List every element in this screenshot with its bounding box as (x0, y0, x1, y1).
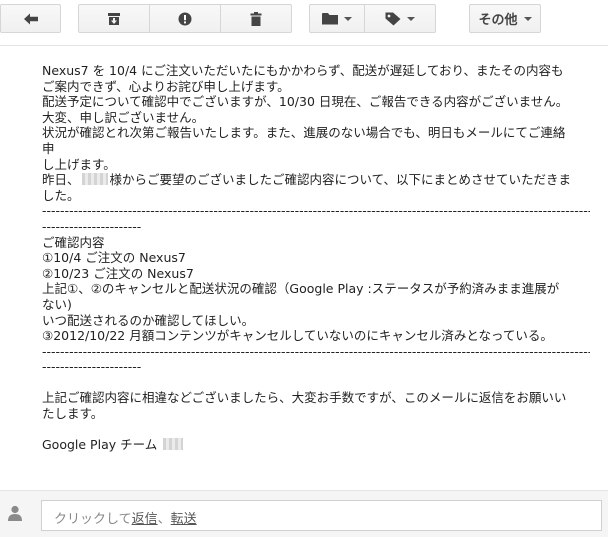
signature: Google Play チーム (42, 437, 590, 453)
chevron-down-icon (407, 16, 415, 21)
reply-area: クリックして返信、転送 (0, 491, 608, 537)
details-item: いつ配送されるのか確認してほしい。 (42, 312, 255, 328)
chevron-down-icon (523, 16, 532, 21)
request-line-prefix: 昨日、 (42, 172, 80, 188)
separator-line: ----------------------------------------… (42, 343, 590, 359)
message-body: Nexus7 を 10/4 にご注文いただいたにもかかわらず、配送が遅延しており… (42, 63, 590, 453)
reply-prompt: クリックして (54, 512, 132, 527)
more-button-label: その他 (478, 13, 518, 28)
move-to-button[interactable] (309, 4, 365, 33)
separator-line: ----------------------------------------… (42, 203, 590, 219)
report-spam-button[interactable] (149, 4, 221, 33)
forward-link[interactable]: 転送 (171, 512, 197, 527)
reply-input[interactable]: クリックして返信、転送 (41, 500, 602, 531)
report-spam-icon (178, 12, 192, 25)
message-line: 申 (42, 140, 55, 156)
reply-separator: 、 (157, 512, 171, 527)
redacted-signature (163, 438, 184, 451)
details-item: ①10/4 ご注文の Nexus7 (42, 250, 186, 266)
message-line: し上げます。 (42, 156, 116, 172)
details-item: ③2012/10/22 月額コンテンツがキャンセルしていないのにキャンセル済みと… (42, 328, 553, 344)
back-arrow-icon (23, 13, 38, 24)
more-button[interactable]: その他 (469, 4, 541, 33)
toolbar: その他 (0, 0, 608, 46)
request-line-suffix: 様からご要望のございましたご確認内容について、以下にまとめさせていただきま (109, 172, 572, 188)
closing-line: 上記ご確認内容に相違などございましたら、大変お手数ですが、このメールに返信をお願… (42, 390, 567, 406)
separator-line: ---------------------- (42, 359, 142, 375)
signature-text: Google Play チーム (42, 437, 158, 453)
archive-button[interactable] (78, 4, 150, 33)
message-line: 配送予定について確認中でございますが、10/30 日現在、ご報告できる内容がござ… (42, 94, 569, 110)
person-icon (8, 505, 22, 521)
closing-line: たします。 (42, 406, 104, 422)
toolbar-divider (0, 45, 608, 46)
redacted-name (81, 173, 108, 186)
details-item: ②10/23 ご注文の Nexus7 (42, 265, 194, 281)
delete-button[interactable] (220, 4, 292, 33)
request-line: 昨日、 様からご要望のございましたご確認内容について、以下にまとめさせていただきま (42, 172, 590, 188)
message-line: Nexus7 を 10/4 にご注文いただいたにもかかわらず、配送が遅延しており… (42, 63, 564, 78)
archive-icon (108, 12, 120, 25)
label-tag-icon (385, 12, 401, 25)
details-heading: ご確認内容 (42, 234, 105, 250)
separator-line: ---------------------- (42, 218, 142, 234)
details-item: 上記①、②のキャンセルと配送状況の確認（Google Play :ステータスが予… (42, 281, 560, 297)
folder-icon (322, 13, 338, 25)
back-button[interactable] (0, 4, 61, 33)
labels-button[interactable] (364, 4, 436, 33)
request-line-end: した。 (42, 187, 80, 203)
details-item: ない) (42, 296, 72, 312)
message-line: ご案内できず、心よりお詫び申し上げます。 (42, 78, 290, 94)
message-line: 大変、申し訳ございません。 (42, 109, 205, 125)
chevron-down-icon (344, 16, 352, 21)
trash-icon (250, 11, 262, 26)
reply-link[interactable]: 返信 (132, 512, 158, 527)
message-line: 状況が確認とれ次第ご報告いたします。また、進展のない場合でも、明日もメールにてご… (42, 125, 566, 141)
